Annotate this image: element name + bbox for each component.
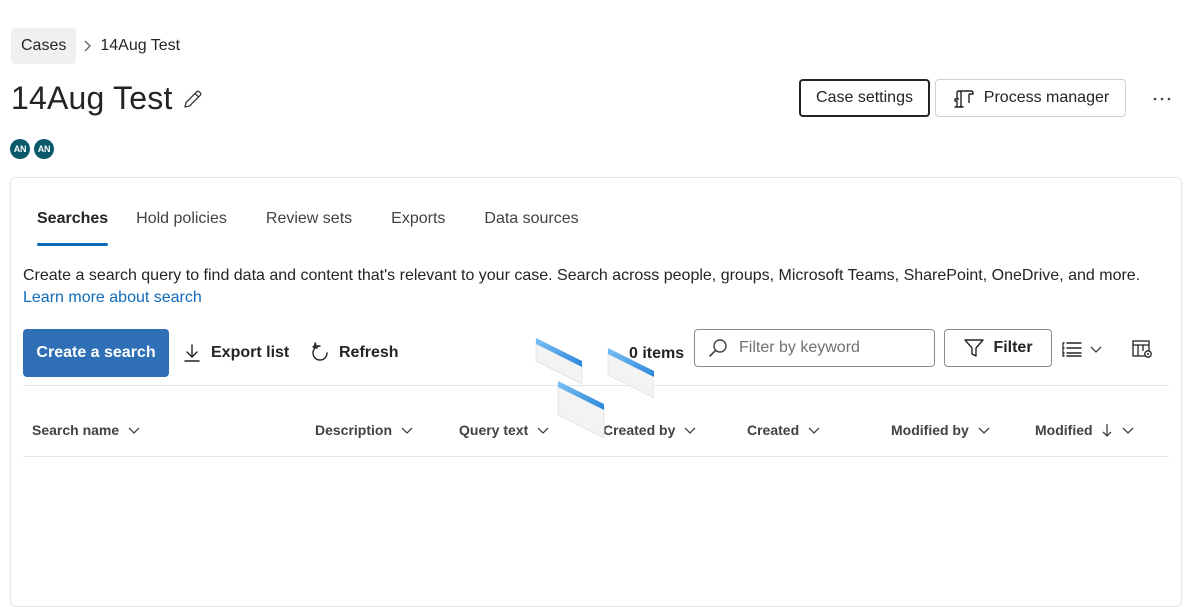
case-settings-button[interactable]: Case settings <box>799 79 930 117</box>
more-horizontal-icon <box>1152 89 1172 107</box>
column-label: Search name <box>32 422 120 438</box>
learn-more-link[interactable]: Learn more about search <box>23 289 202 306</box>
page-title: 14Aug Test <box>11 80 173 116</box>
filter-by-keyword-field[interactable] <box>694 329 935 367</box>
tab-data-sources[interactable]: Data sources <box>459 202 592 246</box>
filter-label: Filter <box>993 339 1033 356</box>
chevron-down-icon <box>683 423 697 437</box>
chevron-down-icon <box>807 423 821 437</box>
tab-list: Searches Hold policies Review sets Expor… <box>23 202 593 246</box>
create-search-label: Create a search <box>36 344 156 361</box>
title-row: 14Aug Test <box>11 80 205 117</box>
avatar[interactable]: AN <box>10 139 30 159</box>
tab-hold-policies[interactable]: Hold policies <box>122 202 241 246</box>
export-list-label: Export list <box>211 344 290 361</box>
searches-description: Create a search query to find data and c… <box>23 265 1153 309</box>
chevron-down-icon <box>1121 423 1135 437</box>
search-icon <box>707 337 729 359</box>
refresh-button[interactable]: Refresh <box>309 329 399 377</box>
export-list-button[interactable]: Export list <box>181 329 289 377</box>
column-header-modified-by[interactable]: Modified by <box>891 410 991 450</box>
column-header-description[interactable]: Description <box>315 410 414 450</box>
column-header-modified[interactable]: Modified <box>1035 410 1135 450</box>
filter-button[interactable]: Filter <box>944 329 1052 367</box>
tab-searches[interactable]: Searches <box>23 202 122 246</box>
process-manager-icon <box>952 86 976 110</box>
filter-funnel-icon <box>963 337 985 359</box>
tab-exports[interactable]: Exports <box>366 202 459 246</box>
breadcrumb-cases-link[interactable]: Cases <box>11 28 77 64</box>
chevron-down-icon <box>977 423 991 437</box>
column-label: Description <box>315 422 393 438</box>
case-settings-label: Case settings <box>816 89 913 106</box>
column-label: Query text <box>459 422 529 438</box>
member-avatars: AN AN <box>10 139 58 159</box>
process-manager-button[interactable]: Process manager <box>935 79 1126 117</box>
column-settings-icon <box>1131 338 1153 360</box>
create-search-button[interactable]: Create a search <box>23 329 169 377</box>
chevron-down-icon <box>127 423 141 437</box>
header-divider <box>23 456 1169 457</box>
filter-by-keyword-input[interactable] <box>737 338 927 358</box>
view-options-button[interactable] <box>1061 337 1109 361</box>
column-label: Modified by <box>891 422 969 438</box>
download-icon <box>181 342 203 364</box>
column-label: Modified <box>1035 422 1093 438</box>
empty-state-illustration <box>524 338 655 439</box>
more-options-button[interactable] <box>1146 86 1178 110</box>
avatar[interactable]: AN <box>34 139 54 159</box>
process-manager-label: Process manager <box>983 89 1110 106</box>
edit-pencil-icon[interactable] <box>181 87 205 111</box>
description-text: Create a search query to find data and c… <box>23 267 1141 284</box>
chevron-down-icon <box>1089 342 1103 356</box>
list-view-icon <box>1061 339 1083 359</box>
refresh-icon <box>309 342 331 364</box>
breadcrumb: Cases 14Aug Test <box>11 28 180 64</box>
customize-columns-button[interactable] <box>1131 337 1155 361</box>
arrow-down-icon <box>1101 422 1113 438</box>
column-header-created[interactable]: Created <box>747 410 821 450</box>
breadcrumb-current: 14Aug Test <box>100 37 181 54</box>
refresh-label: Refresh <box>339 344 399 361</box>
column-label: Created <box>747 422 800 438</box>
tab-review-sets[interactable]: Review sets <box>241 202 366 246</box>
chevron-right-icon <box>76 28 98 64</box>
column-header-search-name[interactable]: Search name <box>32 410 141 450</box>
chevron-down-icon <box>400 423 414 437</box>
